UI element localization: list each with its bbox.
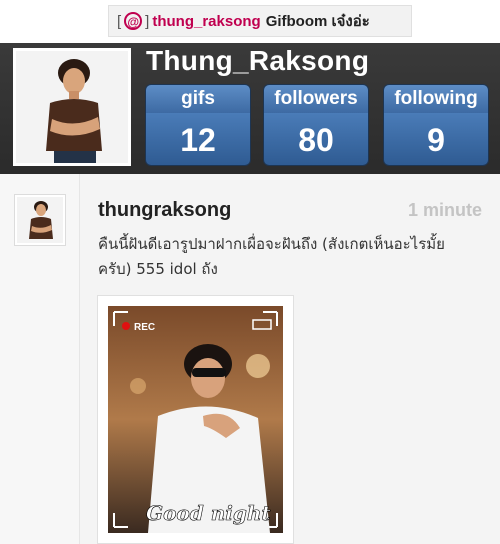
post-username[interactable]: thungraksong [98, 199, 231, 222]
caption-text: Gifboom เจ๋งอ่ะ [265, 13, 370, 30]
post-text: คืนนี้ฝันดีเอารูปมาฝากเผื่อจะฝันถึง (สัง… [98, 235, 445, 278]
profile-display-name: Thung_Raksong [146, 45, 370, 76]
profile-header: Thung_Raksong gifs 12 followers 80 follo… [0, 43, 500, 174]
gif-rec-label: REC [134, 322, 155, 333]
profile-photo [16, 51, 128, 163]
close-bracket: ] [145, 12, 150, 30]
at-mention-icon: @ [124, 12, 143, 30]
stat-following-label: following [384, 85, 488, 113]
gif-overlay-text: Good night [146, 501, 271, 525]
gif-image: REC Good night [108, 306, 283, 533]
caption-username-link[interactable]: thung_raksong [152, 13, 260, 30]
profile-avatar[interactable] [13, 48, 131, 166]
stat-gifs[interactable]: gifs 12 [145, 84, 251, 166]
stat-followers-label: followers [264, 85, 368, 113]
stat-following-value: 9 [384, 113, 488, 165]
rec-dot-icon [122, 322, 130, 330]
open-bracket: [ [117, 12, 122, 30]
stat-followers[interactable]: followers 80 [263, 84, 369, 166]
post-avatar[interactable] [14, 194, 66, 246]
stat-gifs-value: 12 [146, 113, 250, 165]
post-avatar-photo [17, 197, 63, 243]
gif-card[interactable]: REC Good night [97, 295, 294, 544]
stat-followers-value: 80 [264, 113, 368, 165]
stat-gifs-label: gifs [146, 85, 250, 113]
post-timestamp: 1 minute [407, 200, 482, 220]
post-item: thungraksong 1 minute คืนนี้ฝันดีเอารูปม… [0, 174, 500, 544]
caption-banner: [ @ ] thung_raksong Gifboom เจ๋งอ่ะ [108, 5, 412, 37]
stat-following[interactable]: following 9 [383, 84, 489, 166]
